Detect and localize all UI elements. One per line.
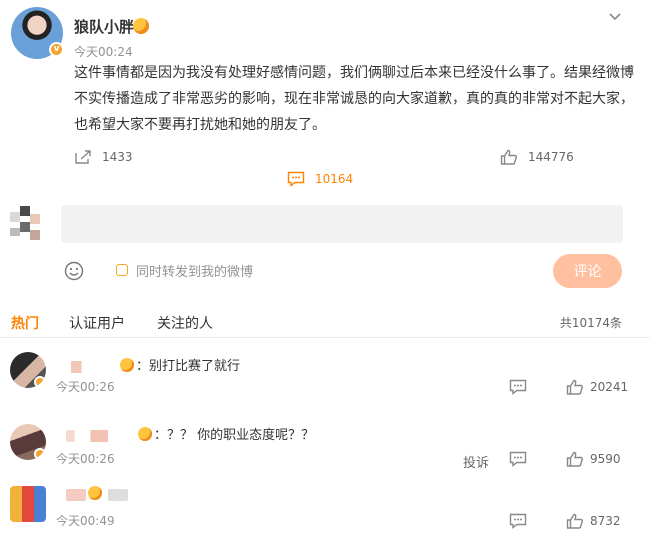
vip-icon xyxy=(120,358,134,372)
comment-count: 10164 xyxy=(315,172,354,186)
author-name[interactable]: 狼队小胖 xyxy=(74,16,134,37)
chevron-down-icon[interactable] xyxy=(607,9,623,25)
divider xyxy=(0,337,650,338)
reply-icon[interactable] xyxy=(509,513,527,529)
verified-badge-icon xyxy=(34,376,46,388)
submit-comment-button[interactable]: 评论 xyxy=(553,254,622,288)
reply-icon[interactable] xyxy=(509,451,527,467)
reply-icon[interactable] xyxy=(509,379,527,395)
commenter-name[interactable] xyxy=(66,429,136,442)
like-count: 144776 xyxy=(528,150,574,164)
like-button[interactable]: 144776 xyxy=(500,149,574,165)
thumbs-up-icon xyxy=(566,451,583,467)
comment-text: ：？？ 你的职业态度呢？？ xyxy=(154,428,315,443)
verified-badge-icon xyxy=(34,448,46,460)
comment-input[interactable] xyxy=(61,205,623,243)
vip-icon xyxy=(88,486,102,500)
comment-time: 今天00:26 xyxy=(56,380,115,394)
tab-verified-users[interactable]: 认证用户 xyxy=(69,313,125,333)
comment-like-count: 8732 xyxy=(590,514,621,528)
commenter-avatar[interactable] xyxy=(10,352,46,388)
comment-like-button[interactable]: 8732 xyxy=(566,513,621,529)
comment-item: ：？？ 你的职业态度呢？？ 今天00:26 投诉 9590 xyxy=(0,424,650,484)
repost-checkbox[interactable] xyxy=(116,264,128,276)
post-header: v 狼队小胖 今天00:24 xyxy=(11,7,641,63)
comment-tabs: 热门 认证用户 关注的人 共10174条 xyxy=(0,310,650,334)
vip-icon xyxy=(133,18,149,34)
thumbs-up-icon xyxy=(566,513,583,529)
current-user-avatar xyxy=(10,206,40,240)
total-comment-count: 共10174条 xyxy=(559,316,622,330)
comment-icon xyxy=(287,171,305,187)
commenter-avatar[interactable] xyxy=(10,424,46,460)
comment-like-button[interactable]: 9590 xyxy=(566,451,621,467)
commenter-avatar[interactable] xyxy=(10,486,46,522)
comment-button[interactable]: 10164 xyxy=(287,149,650,209)
thumbs-up-icon xyxy=(500,149,517,165)
comment-like-button[interactable]: 20241 xyxy=(566,379,628,395)
thumbs-up-icon xyxy=(566,379,583,395)
emoji-icon[interactable] xyxy=(64,261,84,281)
commenter-name[interactable] xyxy=(66,360,118,373)
author-avatar[interactable]: v xyxy=(11,7,64,59)
post-actions: 1433 10164 144776 xyxy=(0,149,650,187)
tab-following[interactable]: 关注的人 xyxy=(157,313,213,333)
comment-text-blurred xyxy=(108,488,128,501)
comment-item: ：别打比赛了就行 今天00:26 20241 xyxy=(0,352,650,412)
commenter-name[interactable] xyxy=(66,488,86,501)
vip-icon xyxy=(138,427,152,441)
tab-hot[interactable]: 热门 xyxy=(11,313,39,333)
comment-time: 今天00:26 xyxy=(56,452,115,466)
comment-item: ： 今天00:49 8732 xyxy=(0,486,650,537)
repost-icon xyxy=(75,150,91,164)
verified-badge-icon: v xyxy=(49,42,64,57)
post-text: 这件事情都是因为我没有处理好感情问题，我们俩聊过后本来已经没什么事了。结果经微博… xyxy=(74,65,634,133)
comment-like-count: 9590 xyxy=(590,452,621,466)
comment-text: ：别打比赛了就行 xyxy=(136,359,241,374)
repost-count: 1433 xyxy=(102,150,133,164)
comment-header: ：？？ 你的职业态度呢？？ xyxy=(66,424,314,443)
comment-like-count: 20241 xyxy=(590,380,629,394)
post-time[interactable]: 今天00:24 xyxy=(74,43,133,60)
comment-header: ：别打比赛了就行 xyxy=(66,355,240,374)
repost-checkbox-label[interactable]: 同时转发到我的微博 xyxy=(136,261,253,280)
comment-header: ： xyxy=(66,486,128,502)
report-button[interactable]: 投诉 xyxy=(463,452,489,471)
comment-time: 今天00:49 xyxy=(56,514,115,528)
repost-button[interactable]: 1433 xyxy=(74,149,133,165)
